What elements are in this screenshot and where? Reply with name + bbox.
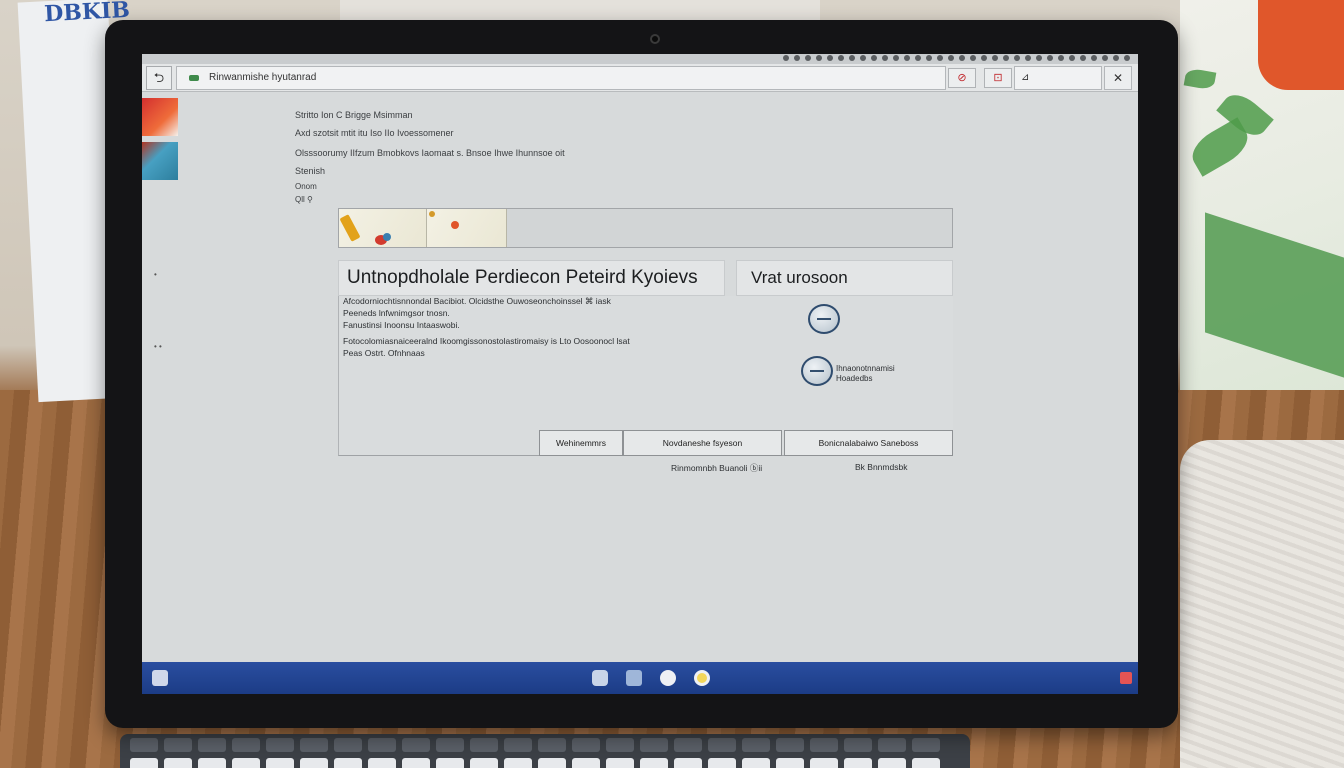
orange-shape <box>1258 0 1344 90</box>
info-line: Onom <box>295 182 317 191</box>
fruit-icon <box>383 233 391 241</box>
launcher-app-icon[interactable] <box>142 98 178 136</box>
poster-top <box>340 0 820 20</box>
close-button[interactable]: ✕ <box>1104 66 1132 90</box>
chrome-icon[interactable] <box>694 670 710 686</box>
image-thumbnail[interactable] <box>339 209 427 247</box>
title-strip <box>142 54 1138 64</box>
gauge-icon[interactable] <box>801 356 833 386</box>
menu-field[interactable]: ⊿ <box>1014 66 1102 90</box>
fruit-icon <box>451 221 459 229</box>
info-line: Axd szotsit mtit itu Iso IIo Ivoessomene… <box>295 128 454 138</box>
body-text: Fanustinsi Inoonsu Intaaswobi. <box>343 320 460 330</box>
gauge-icon[interactable] <box>808 304 840 334</box>
url-text: Rinwanmishe hyutanrad <box>209 72 317 83</box>
side-marker: • <box>154 270 157 279</box>
image-thumbnail[interactable] <box>427 209 507 247</box>
gauge-label: Hoadedbs <box>836 374 873 383</box>
info-line[interactable]: Qll ⚲ <box>295 195 313 204</box>
side-title: Vrat urosoon <box>736 260 953 296</box>
footer-link[interactable]: Bk Bnnmdsbk <box>855 462 907 472</box>
page-title: Untnopdholale Perdiecon Peteird Kyoievs <box>338 260 725 296</box>
gauge-label: Ihnaonotnnamisi <box>836 364 895 373</box>
info-line: Olsssoorumy IIfzum Bmobkovs Iaomaat s. B… <box>295 148 565 158</box>
taskbar <box>142 662 1138 694</box>
leaf-shape <box>1183 67 1217 91</box>
pillow <box>1180 440 1344 768</box>
body-text: Peeneds lnfwnimgsor tnosn. <box>343 308 450 318</box>
site-icon <box>189 75 199 81</box>
info-line: Stenish <box>295 166 326 176</box>
window-dots <box>783 55 1130 61</box>
info-line: Stritto Ion C Brigge Msimman <box>295 110 413 120</box>
action-button[interactable]: Bonicnalabaiwo Saneboss <box>784 430 953 456</box>
stop-icon[interactable]: ⊘ <box>948 68 976 88</box>
action-button[interactable]: Wehinemmrs <box>539 430 623 456</box>
screen: ⮌ Rinwanmishe hyutanrad ⊘ ⊡ ⊿ ✕ • • • St… <box>142 54 1138 694</box>
webcam-icon <box>650 34 660 44</box>
browser-icon[interactable] <box>660 670 676 686</box>
paper-scribble: DBKIB <box>43 0 131 28</box>
start-icon[interactable] <box>152 670 168 686</box>
document-icon[interactable] <box>626 670 642 686</box>
side-marker: • • <box>154 342 162 351</box>
notification-icon[interactable] <box>1120 672 1132 684</box>
media-strip <box>338 208 953 248</box>
body-text: Afcodorniochtisnnondal Bacibiot. Olcidst… <box>343 296 611 306</box>
body-text: Peas Ostrt. Ofnhnaas <box>343 348 425 358</box>
fruit-icon <box>429 211 435 217</box>
folder-icon[interactable] <box>592 670 608 686</box>
bookmark-icon[interactable]: ⊡ <box>984 68 1012 88</box>
keyboard <box>120 734 970 768</box>
url-field[interactable]: Rinwanmishe hyutanrad <box>176 66 946 90</box>
address-bar: ⮌ Rinwanmishe hyutanrad ⊘ ⊡ ⊿ ✕ <box>142 64 1138 92</box>
launcher-app-icon[interactable] <box>142 142 178 180</box>
body-text: Fotocolomiasnaiceeralnd Ikoomgissonostol… <box>343 336 630 346</box>
pencil-icon <box>339 214 361 242</box>
footer-link[interactable]: Rinmomnbh Buanoli ⓑii <box>671 462 762 474</box>
back-button[interactable]: ⮌ <box>146 66 172 90</box>
action-button[interactable]: Novdaneshe fsyeson <box>623 430 782 456</box>
